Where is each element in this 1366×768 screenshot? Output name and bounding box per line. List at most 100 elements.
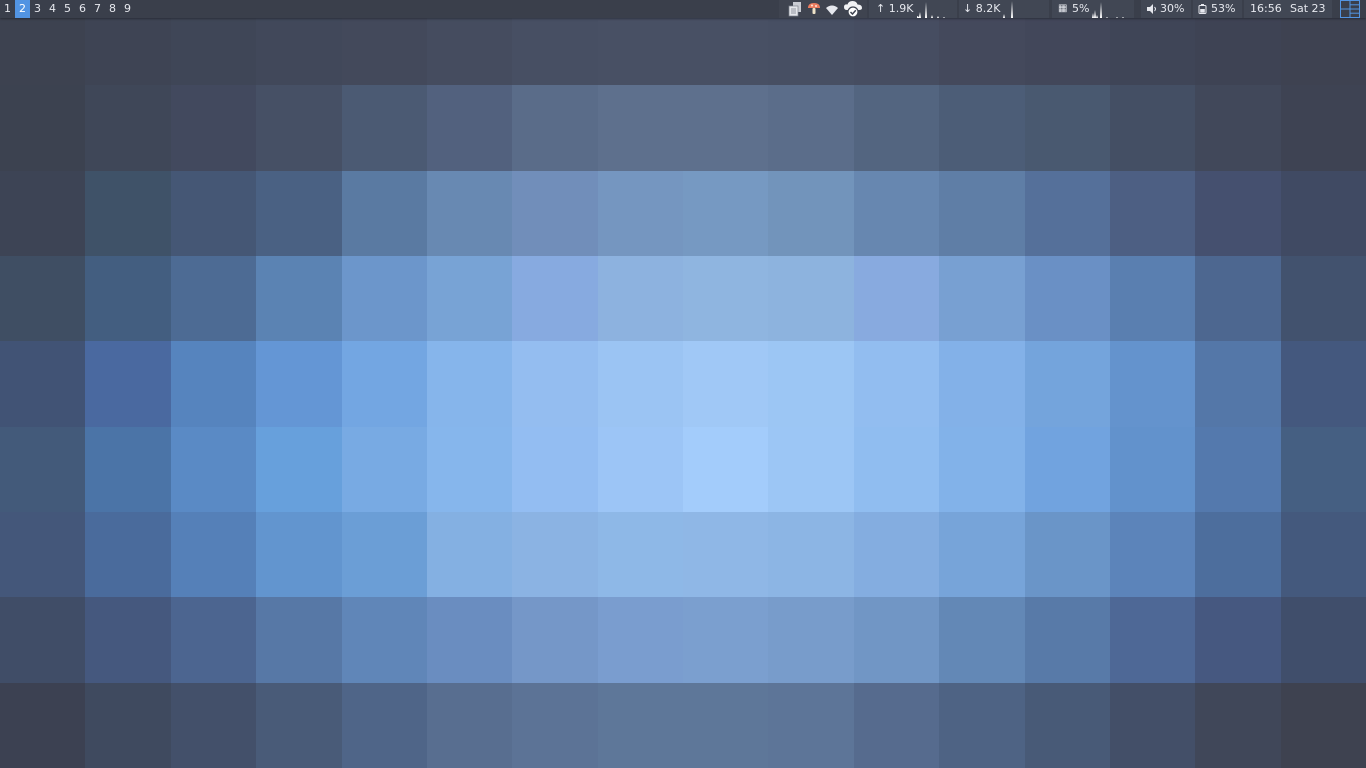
wallpaper-tile bbox=[1024, 85, 1110, 171]
clock[interactable]: 16:56 Sat 23 bbox=[1244, 0, 1332, 18]
wallpaper-tile bbox=[256, 682, 342, 768]
wallpaper-tile bbox=[939, 85, 1025, 171]
wallpaper-tile bbox=[853, 597, 940, 683]
wallpaper-tile bbox=[1280, 682, 1366, 768]
battery-value: 53% bbox=[1211, 2, 1236, 15]
wallpaper-tile bbox=[768, 512, 854, 598]
workspace-6[interactable]: 6 bbox=[75, 0, 90, 18]
wallpaper-tile bbox=[768, 597, 854, 683]
wallpaper-tile bbox=[0, 170, 86, 256]
wallpaper-tile bbox=[683, 597, 769, 683]
wallpaper-tile bbox=[683, 170, 769, 256]
clock-date: Sat 23 bbox=[1290, 2, 1326, 15]
wallpaper-tile bbox=[0, 597, 86, 683]
wallpaper-tile bbox=[0, 682, 86, 768]
wallpaper-tile bbox=[853, 682, 940, 768]
wallpaper-tile bbox=[85, 512, 171, 598]
wallpaper-tile bbox=[341, 512, 427, 598]
net-upload-graph bbox=[917, 2, 945, 18]
wallpaper-tile bbox=[1024, 512, 1110, 598]
wallpaper-tile bbox=[426, 597, 513, 683]
wallpaper-tile bbox=[683, 256, 769, 342]
wallpaper-tile bbox=[853, 341, 940, 427]
wallpaper-tile bbox=[256, 341, 342, 427]
grid-layout-icon bbox=[1340, 0, 1360, 18]
wallpaper-tile bbox=[768, 256, 854, 342]
wallpaper-tile bbox=[170, 85, 257, 171]
wallpaper-tile bbox=[0, 85, 86, 171]
workspace-2[interactable]: 2 bbox=[15, 0, 30, 18]
wallpaper-tile bbox=[683, 682, 769, 768]
wallpaper-tile bbox=[1109, 597, 1196, 683]
wallpaper-tile bbox=[512, 341, 598, 427]
wallpaper-tile bbox=[170, 682, 257, 768]
wallpaper-tile bbox=[512, 256, 598, 342]
workspace-7[interactable]: 7 bbox=[90, 0, 105, 18]
wallpaper-tile bbox=[853, 85, 940, 171]
wallpaper-tile bbox=[1280, 85, 1366, 171]
wallpaper-tile bbox=[341, 426, 427, 512]
wallpaper-tile bbox=[512, 170, 598, 256]
desktop-wallpaper bbox=[0, 0, 1366, 768]
mushroom-icon[interactable] bbox=[806, 1, 822, 17]
wallpaper-tile bbox=[426, 85, 513, 171]
wallpaper-tile bbox=[1109, 426, 1196, 512]
wallpaper-tile bbox=[1280, 170, 1366, 256]
wallpaper-tile bbox=[426, 170, 513, 256]
wallpaper-tile bbox=[853, 256, 940, 342]
wallpaper-tile bbox=[85, 341, 171, 427]
volume-indicator[interactable]: 30% bbox=[1141, 0, 1191, 18]
wallpaper-tile bbox=[170, 597, 257, 683]
wallpaper-tile bbox=[1195, 85, 1281, 171]
battery-indicator[interactable]: 53% bbox=[1193, 0, 1242, 18]
wallpaper-tile bbox=[597, 85, 683, 171]
workspace-9[interactable]: 9 bbox=[120, 0, 135, 18]
wallpaper-tile bbox=[341, 341, 427, 427]
clipboard-icon[interactable] bbox=[787, 1, 803, 17]
workspace-switcher: 1 2 3 4 5 6 7 8 9 bbox=[0, 0, 135, 18]
workspace-4[interactable]: 4 bbox=[45, 0, 60, 18]
wallpaper-tile bbox=[170, 341, 257, 427]
wallpaper-tile bbox=[1195, 341, 1281, 427]
net-download-graph bbox=[1003, 1, 1013, 18]
wallpaper-tile bbox=[597, 597, 683, 683]
cloud-sync-icon[interactable] bbox=[843, 0, 863, 18]
wallpaper-tile bbox=[683, 426, 769, 512]
wallpaper-tile bbox=[1280, 256, 1366, 342]
wallpaper-tile bbox=[1195, 256, 1281, 342]
net-download-indicator: ↓ 8.2K bbox=[959, 0, 1049, 18]
wallpaper-tile bbox=[426, 426, 513, 512]
speaker-icon bbox=[1147, 4, 1156, 14]
wallpaper-tile bbox=[1195, 512, 1281, 598]
wallpaper-tile bbox=[341, 597, 427, 683]
layout-switcher[interactable] bbox=[1338, 0, 1366, 18]
wallpaper-tile bbox=[1280, 512, 1366, 598]
wallpaper-tile bbox=[939, 170, 1025, 256]
net-upload-value: ↑ 1.9K bbox=[876, 2, 914, 15]
workspace-5[interactable]: 5 bbox=[60, 0, 75, 18]
system-tray bbox=[779, 0, 867, 18]
workspace-8[interactable]: 8 bbox=[105, 0, 120, 18]
wallpaper-tile bbox=[1024, 341, 1110, 427]
wallpaper-tile bbox=[256, 85, 342, 171]
workspace-1[interactable]: 1 bbox=[0, 0, 15, 18]
wallpaper-tile bbox=[768, 341, 854, 427]
wallpaper-tile bbox=[939, 597, 1025, 683]
workspace-3[interactable]: 3 bbox=[30, 0, 45, 18]
wallpaper-tile bbox=[170, 426, 257, 512]
wallpaper-tile bbox=[85, 170, 171, 256]
wallpaper-tile bbox=[853, 426, 940, 512]
wallpaper-tile bbox=[0, 256, 86, 342]
wallpaper-tile bbox=[768, 682, 854, 768]
top-panel: 1 2 3 4 5 6 7 8 9 ↑ 1.9K ↓ 8.2K ▦ 5% 30%… bbox=[0, 0, 1366, 18]
wallpaper-tile bbox=[1109, 170, 1196, 256]
wallpaper-tile bbox=[1109, 682, 1196, 768]
wallpaper-tile bbox=[341, 85, 427, 171]
wallpaper-tile bbox=[85, 682, 171, 768]
wallpaper-tile bbox=[939, 341, 1025, 427]
net-download-value: ↓ 8.2K bbox=[963, 2, 1001, 15]
wifi-icon[interactable] bbox=[825, 3, 839, 17]
wallpaper-tile bbox=[597, 256, 683, 342]
wallpaper-tile bbox=[0, 512, 86, 598]
wallpaper-tile bbox=[939, 682, 1025, 768]
